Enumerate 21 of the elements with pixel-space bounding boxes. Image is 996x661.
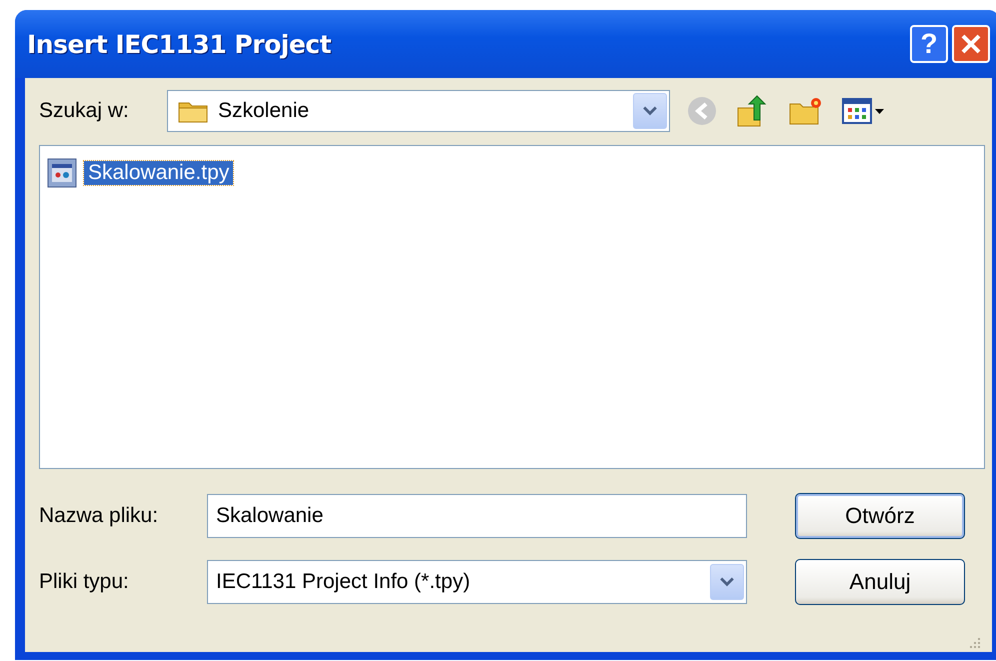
chevron-down-icon xyxy=(643,106,657,116)
close-icon xyxy=(960,33,982,55)
file-type-dropdown[interactable]: IEC1131 Project Info (*.tpy) xyxy=(207,560,747,604)
view-menu-icon[interactable] xyxy=(842,97,886,125)
dialog-button[interactable]: Otwórz xyxy=(795,493,965,539)
field-label: Pliki typu: xyxy=(39,570,130,594)
dialog-button[interactable]: Anuluj xyxy=(795,559,965,605)
folder-name: Szkolenie xyxy=(218,99,310,123)
close-button[interactable] xyxy=(952,25,990,63)
field-label: Szukaj w: xyxy=(39,99,130,123)
folder-dropdown[interactable]: Szkolenie xyxy=(167,90,670,132)
resize-grip-icon[interactable] xyxy=(968,636,982,650)
field-label: Nazwa pliku: xyxy=(39,504,160,528)
file-item[interactable]: Skalowanie.tpy xyxy=(84,161,234,185)
dropdown-button[interactable] xyxy=(633,93,667,129)
help-button[interactable]: ? xyxy=(910,25,948,63)
chevron-down-icon xyxy=(720,577,734,587)
new-folder-icon[interactable] xyxy=(788,96,824,126)
dropdown-button[interactable] xyxy=(710,564,744,600)
file-name-field[interactable]: Skalowanie xyxy=(207,494,747,538)
window-title: Insert IEC1131 Project xyxy=(27,30,332,58)
